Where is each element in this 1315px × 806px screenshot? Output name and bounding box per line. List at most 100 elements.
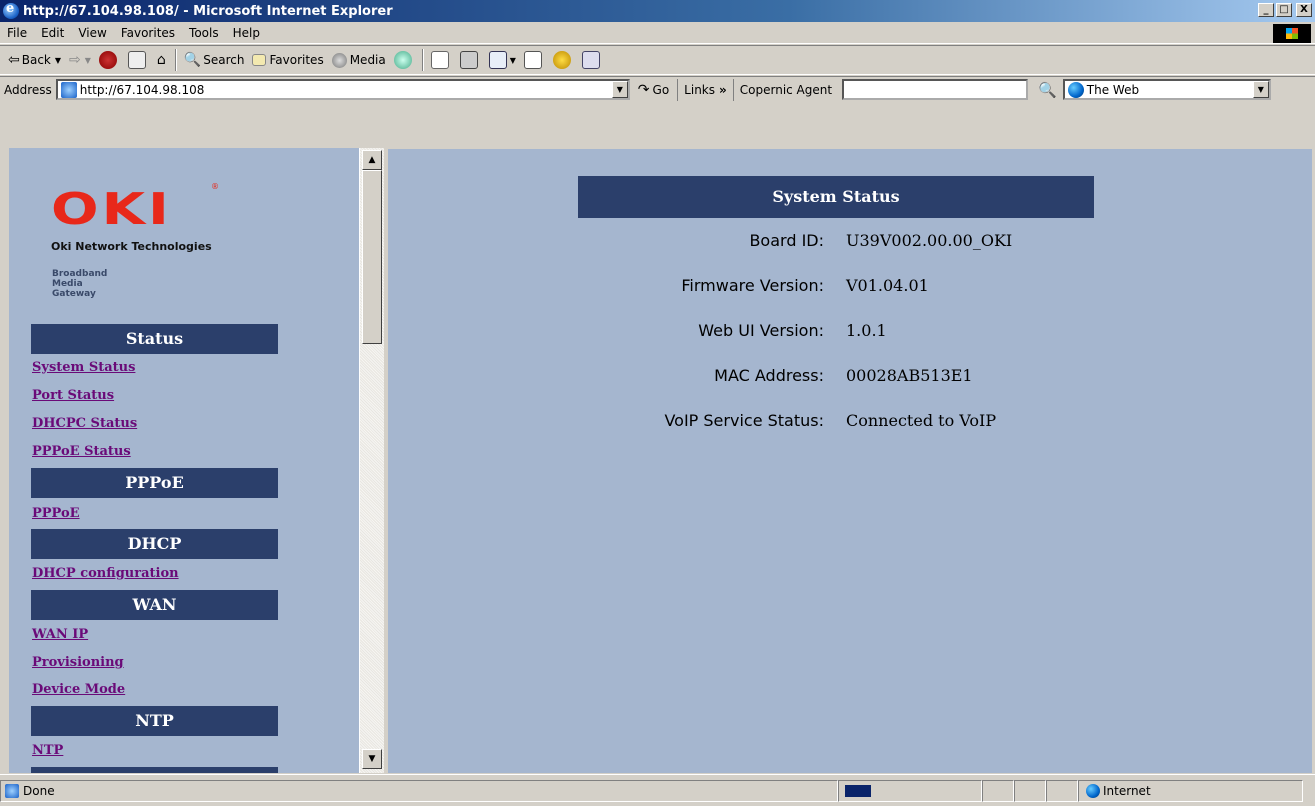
- nav-link-system-status[interactable]: System Status: [32, 360, 135, 375]
- favorites-icon: [252, 54, 267, 66]
- minimize-button[interactable]: _: [1258, 3, 1274, 17]
- nav-link-pppoe[interactable]: PPPoE: [32, 506, 80, 521]
- nav-link-provisioning[interactable]: Provisioning: [32, 655, 124, 670]
- nav-link-port-status[interactable]: Port Status: [32, 388, 114, 403]
- status-text: Done: [23, 783, 55, 798]
- page-done-icon: [5, 783, 19, 798]
- nav-link-wan-ip[interactable]: WAN IP: [32, 627, 88, 642]
- status-pane: [1014, 779, 1046, 802]
- scroll-thumb[interactable]: [362, 170, 382, 344]
- home-button[interactable]: ⌂: [153, 48, 172, 72]
- menu-view[interactable]: View: [71, 26, 113, 40]
- menu-help[interactable]: Help: [226, 26, 267, 40]
- progress-cell: [838, 779, 982, 802]
- menu-bar: File Edit View Favorites Tools Help: [0, 22, 1315, 44]
- media-icon: [331, 52, 347, 68]
- history-button[interactable]: [390, 48, 419, 72]
- nav-link-ntp[interactable]: NTP: [32, 743, 63, 758]
- menu-tools[interactable]: Tools: [182, 26, 226, 40]
- mail-button[interactable]: [427, 48, 456, 72]
- mail-icon: [430, 51, 449, 69]
- chevron-down-icon[interactable]: ▼: [510, 56, 516, 65]
- refresh-icon: [127, 51, 146, 69]
- go-button[interactable]: ↷ Go: [630, 82, 677, 98]
- home-icon: ⌂: [156, 52, 166, 68]
- stop-button[interactable]: [95, 48, 124, 72]
- navigation-frame: OKI ® Oki Network Technologies Broadband…: [9, 148, 359, 773]
- discuss-button[interactable]: [520, 48, 549, 72]
- web-ui-version-label: Web UI Version:: [698, 321, 824, 340]
- company-name: Oki Network Technologies: [51, 240, 212, 253]
- main-frame: System Status Board ID: U39V002.00.00_OK…: [388, 149, 1312, 773]
- nav-section-dhcp: DHCP: [31, 529, 278, 559]
- standard-toolbar: ⇦ Back ▼ ⇨ ▼ ⌂ 🔍 Search Favorites Media …: [0, 45, 1315, 75]
- back-button[interactable]: ⇦ Back ▼: [4, 48, 65, 72]
- windows-logo-icon: [1273, 24, 1311, 43]
- oki-logo: OKI: [51, 184, 172, 235]
- address-value: http://67.104.98.108: [79, 82, 205, 97]
- menu-favorites[interactable]: Favorites: [114, 26, 182, 40]
- refresh-button[interactable]: [124, 48, 153, 72]
- scroll-up-button[interactable]: ▲: [362, 150, 382, 170]
- internet-zone-icon: [1086, 783, 1100, 798]
- go-label: Go: [652, 82, 670, 97]
- search-scope-select[interactable]: The Web ▼: [1062, 79, 1271, 100]
- close-button[interactable]: X: [1296, 3, 1312, 17]
- status-pane: [1046, 779, 1078, 802]
- favorites-label: Favorites: [269, 53, 324, 67]
- search-button[interactable]: 🔍 Search: [180, 48, 249, 72]
- status-text-cell: Done: [0, 779, 838, 802]
- copernic-agent-label: Copernic Agent: [739, 82, 833, 97]
- firmware-version-value: V01.04.01: [846, 276, 929, 295]
- page-title: System Status: [578, 176, 1094, 218]
- search-icon: 🔍: [183, 52, 202, 68]
- zone-label: Internet: [1103, 783, 1151, 798]
- security-zone-cell: Internet: [1078, 779, 1303, 802]
- chevron-down-icon[interactable]: ▼: [85, 56, 91, 65]
- search-icon[interactable]: 🔍: [1038, 81, 1057, 99]
- toolbar-divider: [421, 49, 424, 71]
- menu-file[interactable]: File: [0, 26, 34, 40]
- nav-section-ntp: NTP: [31, 706, 278, 736]
- chevron-down-icon[interactable]: ▼: [55, 56, 61, 65]
- nav-section-wan: WAN: [31, 590, 278, 620]
- research-button[interactable]: [578, 48, 607, 72]
- messenger-button[interactable]: [549, 48, 578, 72]
- status-bar: Done Internet: [0, 774, 1315, 806]
- progress-bar: [845, 784, 871, 797]
- chevron-down-icon[interactable]: ▼: [1252, 81, 1269, 98]
- nav-link-pppoe-status[interactable]: PPPoE Status: [32, 444, 131, 459]
- word-icon: [488, 51, 507, 69]
- copernic-agent-label-box: Copernic Agent: [732, 78, 838, 101]
- copernic-search-input[interactable]: [842, 79, 1029, 100]
- nav-link-dhcpc-status[interactable]: DHCPC Status: [32, 416, 137, 431]
- print-button[interactable]: [456, 48, 485, 72]
- favorites-button[interactable]: Favorites: [248, 48, 327, 72]
- web-ui-version-value: 1.0.1: [846, 321, 887, 340]
- globe-icon: [1067, 81, 1084, 98]
- maximize-button[interactable]: □: [1276, 3, 1292, 17]
- media-button[interactable]: Media: [328, 48, 390, 72]
- address-bar: Address http://67.104.98.108 ▼ ↷ Go Link…: [0, 76, 1315, 102]
- search-label: Search: [203, 53, 245, 67]
- edit-button[interactable]: ▼: [485, 48, 520, 72]
- discuss-icon: [523, 51, 542, 69]
- links-button[interactable]: Links »: [677, 78, 733, 101]
- address-label: Address: [4, 82, 52, 97]
- forward-arrow-icon: ⇨: [69, 52, 81, 68]
- nav-section-pppoe: PPPoE: [31, 468, 278, 498]
- nav-link-dhcp-configuration[interactable]: DHCP configuration: [32, 566, 179, 581]
- scroll-down-button[interactable]: ▼: [362, 749, 382, 769]
- search-scope-value: The Web: [1086, 82, 1140, 97]
- chevron-down-icon[interactable]: ▼: [611, 81, 628, 98]
- nav-frame-scrollbar[interactable]: ▲ ▼: [359, 148, 384, 773]
- print-icon: [459, 51, 478, 69]
- voip-status-label: VoIP Service Status:: [664, 411, 824, 430]
- address-input[interactable]: http://67.104.98.108 ▼: [55, 79, 630, 100]
- status-pane: [982, 779, 1014, 802]
- menu-edit[interactable]: Edit: [34, 26, 71, 40]
- registered-mark: ®: [211, 182, 219, 191]
- forward-button[interactable]: ⇨ ▼: [65, 48, 95, 72]
- nav-section-status: Status: [31, 324, 278, 354]
- nav-link-device-mode[interactable]: Device Mode: [32, 682, 125, 697]
